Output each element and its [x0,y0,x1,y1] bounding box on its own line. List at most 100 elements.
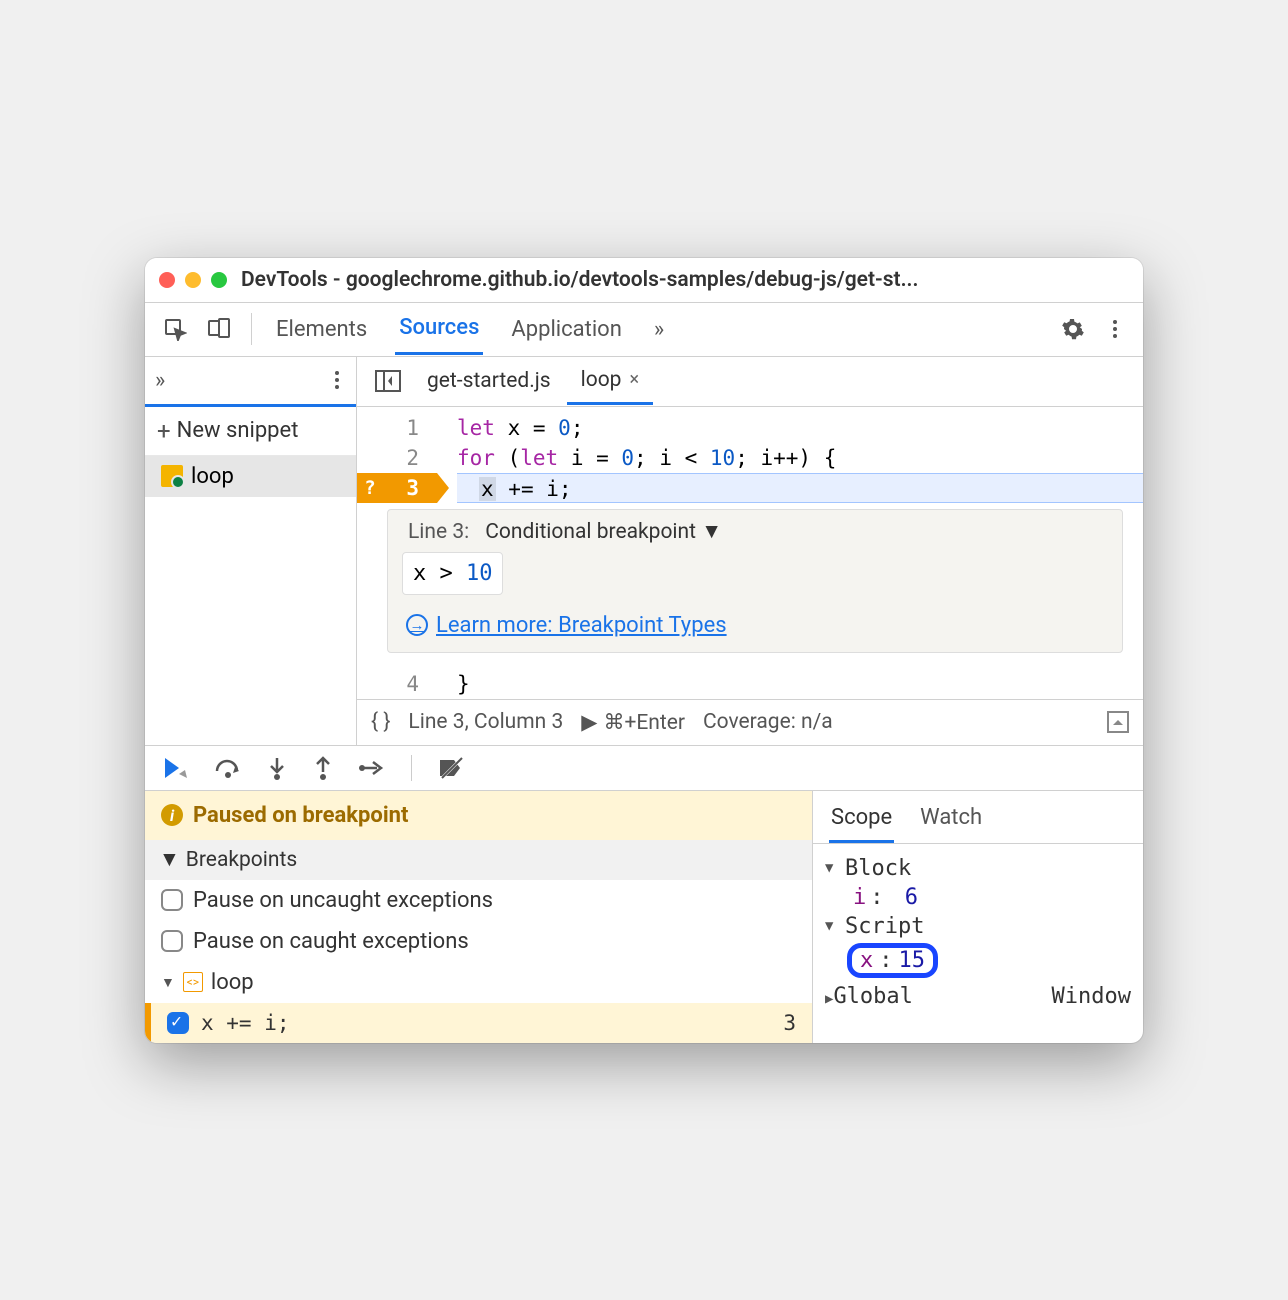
line-gutter: 4 [357,663,437,699]
expand-icon: ▼ [159,848,180,872]
settings-icon[interactable] [1051,311,1095,347]
step-into-button[interactable] [263,754,291,782]
checkbox-unchecked[interactable] [161,889,183,911]
code-content: } [437,663,1143,699]
debug-panels: i Paused on breakpoint ▼ Breakpoints Pau… [145,791,1143,1043]
pause-caught-row[interactable]: Pause on caught exceptions [145,921,812,962]
learn-more-text: Learn more: Breakpoint Types [436,613,727,638]
line-number: 3 [406,476,419,500]
run-snippet-button[interactable]: ▶ ⌘+Enter [581,710,685,735]
code-line: for (let i = 0; i < 10; i++) { [457,443,1143,473]
breakpoint-file-row[interactable]: ▼ <> loop [145,962,812,1003]
scope-block-header[interactable]: ▼Block [825,854,1131,883]
navigator-toggle-icon[interactable] [365,364,411,398]
code-content: let x = 0; for (let i = 0; i < 10; i++) … [437,407,1143,503]
condition-row: x > 10 [402,552,1108,613]
navigator-panel: » + New snippet loop [145,357,357,745]
devtools-window: DevTools - googlechrome.github.io/devtoo… [145,258,1143,1043]
step-over-button[interactable] [211,755,245,781]
window-title: DevTools - googlechrome.github.io/devtoo… [241,268,919,292]
breakpoints-section-header[interactable]: ▼ Breakpoints [145,840,812,880]
scope-var-x: x:15 [825,941,1131,980]
checkbox-checked[interactable] [167,1012,189,1034]
new-snippet-button[interactable]: + New snippet [145,407,356,456]
file-tab-get-started[interactable]: get-started.js [413,359,565,403]
file-tab-label: loop [581,368,622,392]
step-button[interactable] [355,756,389,780]
resume-button[interactable] [159,754,193,782]
tab-scope[interactable]: Scope [829,799,894,843]
debug-toolbar [145,746,1143,791]
coverage-label: Coverage: n/a [703,710,833,734]
code-line: let x = 0; [457,413,1143,443]
inspect-element-icon[interactable] [153,311,197,347]
separator [251,313,252,345]
kebab-menu-icon[interactable] [1095,311,1135,347]
condition-highlight: x > 10 [402,561,503,586]
line-gutter: 1 2 ? 3 [357,407,437,503]
navigator-kebab-icon[interactable] [328,369,346,391]
code-editor[interactable]: 1 2 ? 3 let x = 0; for (let i = 0; i < 1… [357,407,1143,503]
scope-global-row[interactable]: ▶Global Window [825,980,1131,1013]
pause-uncaught-label: Pause on uncaught exceptions [193,888,493,913]
device-toggle-icon[interactable] [197,311,243,347]
conditional-marker-icon: ? [361,473,379,503]
editor-statusbar: { } Line 3, Column 3 ▶ ⌘+Enter Coverage:… [357,699,1143,745]
breakpoint-file-name: loop [211,970,254,995]
tab-application[interactable]: Application [507,305,625,354]
condition-input[interactable]: x > 10 [402,552,503,595]
line-number[interactable]: 1 [357,413,437,443]
window-titlebar: DevTools - googlechrome.github.io/devtoo… [145,258,1143,303]
maximize-window-button[interactable] [211,272,227,288]
info-icon: i [161,804,183,826]
breakpoint-type-dropdown[interactable]: Conditional breakpoint ▼ [485,520,722,544]
code-line: } [457,669,1143,699]
arrow-circle-icon: → [406,614,428,636]
file-tab-loop[interactable]: loop × [567,358,653,405]
close-window-button[interactable] [159,272,175,288]
code-editor-continued: 4 } [357,663,1143,699]
step-out-button[interactable] [309,754,337,782]
deactivate-breakpoints-button[interactable] [434,754,468,782]
cursor-position: Line 3, Column 3 [408,710,563,734]
breakpoints-label: Breakpoints [186,848,297,872]
minimize-window-button[interactable] [185,272,201,288]
separator [411,755,412,781]
scope-panel: Scope Watch ▼Block i: 6 ▼Script x:15 ▶Gl… [813,791,1143,1043]
pause-caught-label: Pause on caught exceptions [193,929,469,954]
expand-icon: ▼ [161,974,175,991]
breakpoint-entry[interactable]: x += i; 3 [145,1003,812,1043]
learn-more-link[interactable]: → Learn more: Breakpoint Types [402,613,1108,638]
breakpoint-code: x += i; [201,1011,290,1035]
more-tabs-icon[interactable]: » [650,305,668,354]
tab-sources[interactable]: Sources [395,303,483,355]
navigator-header: » [145,357,356,407]
scope-var-i: i: 6 [825,883,1131,912]
breakpoint-popup-header: Line 3: Conditional breakpoint ▼ [402,516,1108,552]
sources-main: » + New snippet loop get-started [145,357,1143,746]
snippet-item-loop[interactable]: loop [145,456,356,497]
breakpoint-line-label: Line 3: [408,520,469,544]
scope-x-highlight: x:15 [847,943,938,978]
checkbox-unchecked[interactable] [161,930,183,952]
pause-uncaught-row[interactable]: Pause on uncaught exceptions [145,880,812,921]
editor-panel: get-started.js loop × 1 2 ? 3 let x [357,357,1143,745]
tab-watch[interactable]: Watch [918,799,984,843]
debug-left-panel: i Paused on breakpoint ▼ Breakpoints Pau… [145,791,813,1043]
breakpoint-marker[interactable]: ? 3 [357,473,437,503]
navigator-more-icon[interactable]: » [155,368,165,393]
breakpoint-line-number: 3 [783,1011,796,1035]
paused-banner: i Paused on breakpoint [145,791,812,840]
pretty-print-button[interactable]: { } [371,710,390,734]
tab-elements[interactable]: Elements [272,305,371,354]
line-number[interactable]: 2 [357,443,437,473]
scope-script-header[interactable]: ▼Script [825,912,1131,941]
line-number[interactable]: 4 [357,669,437,699]
main-toolbar: Elements Sources Application » [145,303,1143,357]
close-tab-icon[interactable]: × [629,369,639,390]
new-snippet-label: New snippet [177,418,299,443]
scope-tabs: Scope Watch [813,791,1143,844]
show-console-icon[interactable] [1107,711,1129,733]
file-tab-label: get-started.js [427,369,551,393]
code-line-current: x += i; [457,473,1143,503]
